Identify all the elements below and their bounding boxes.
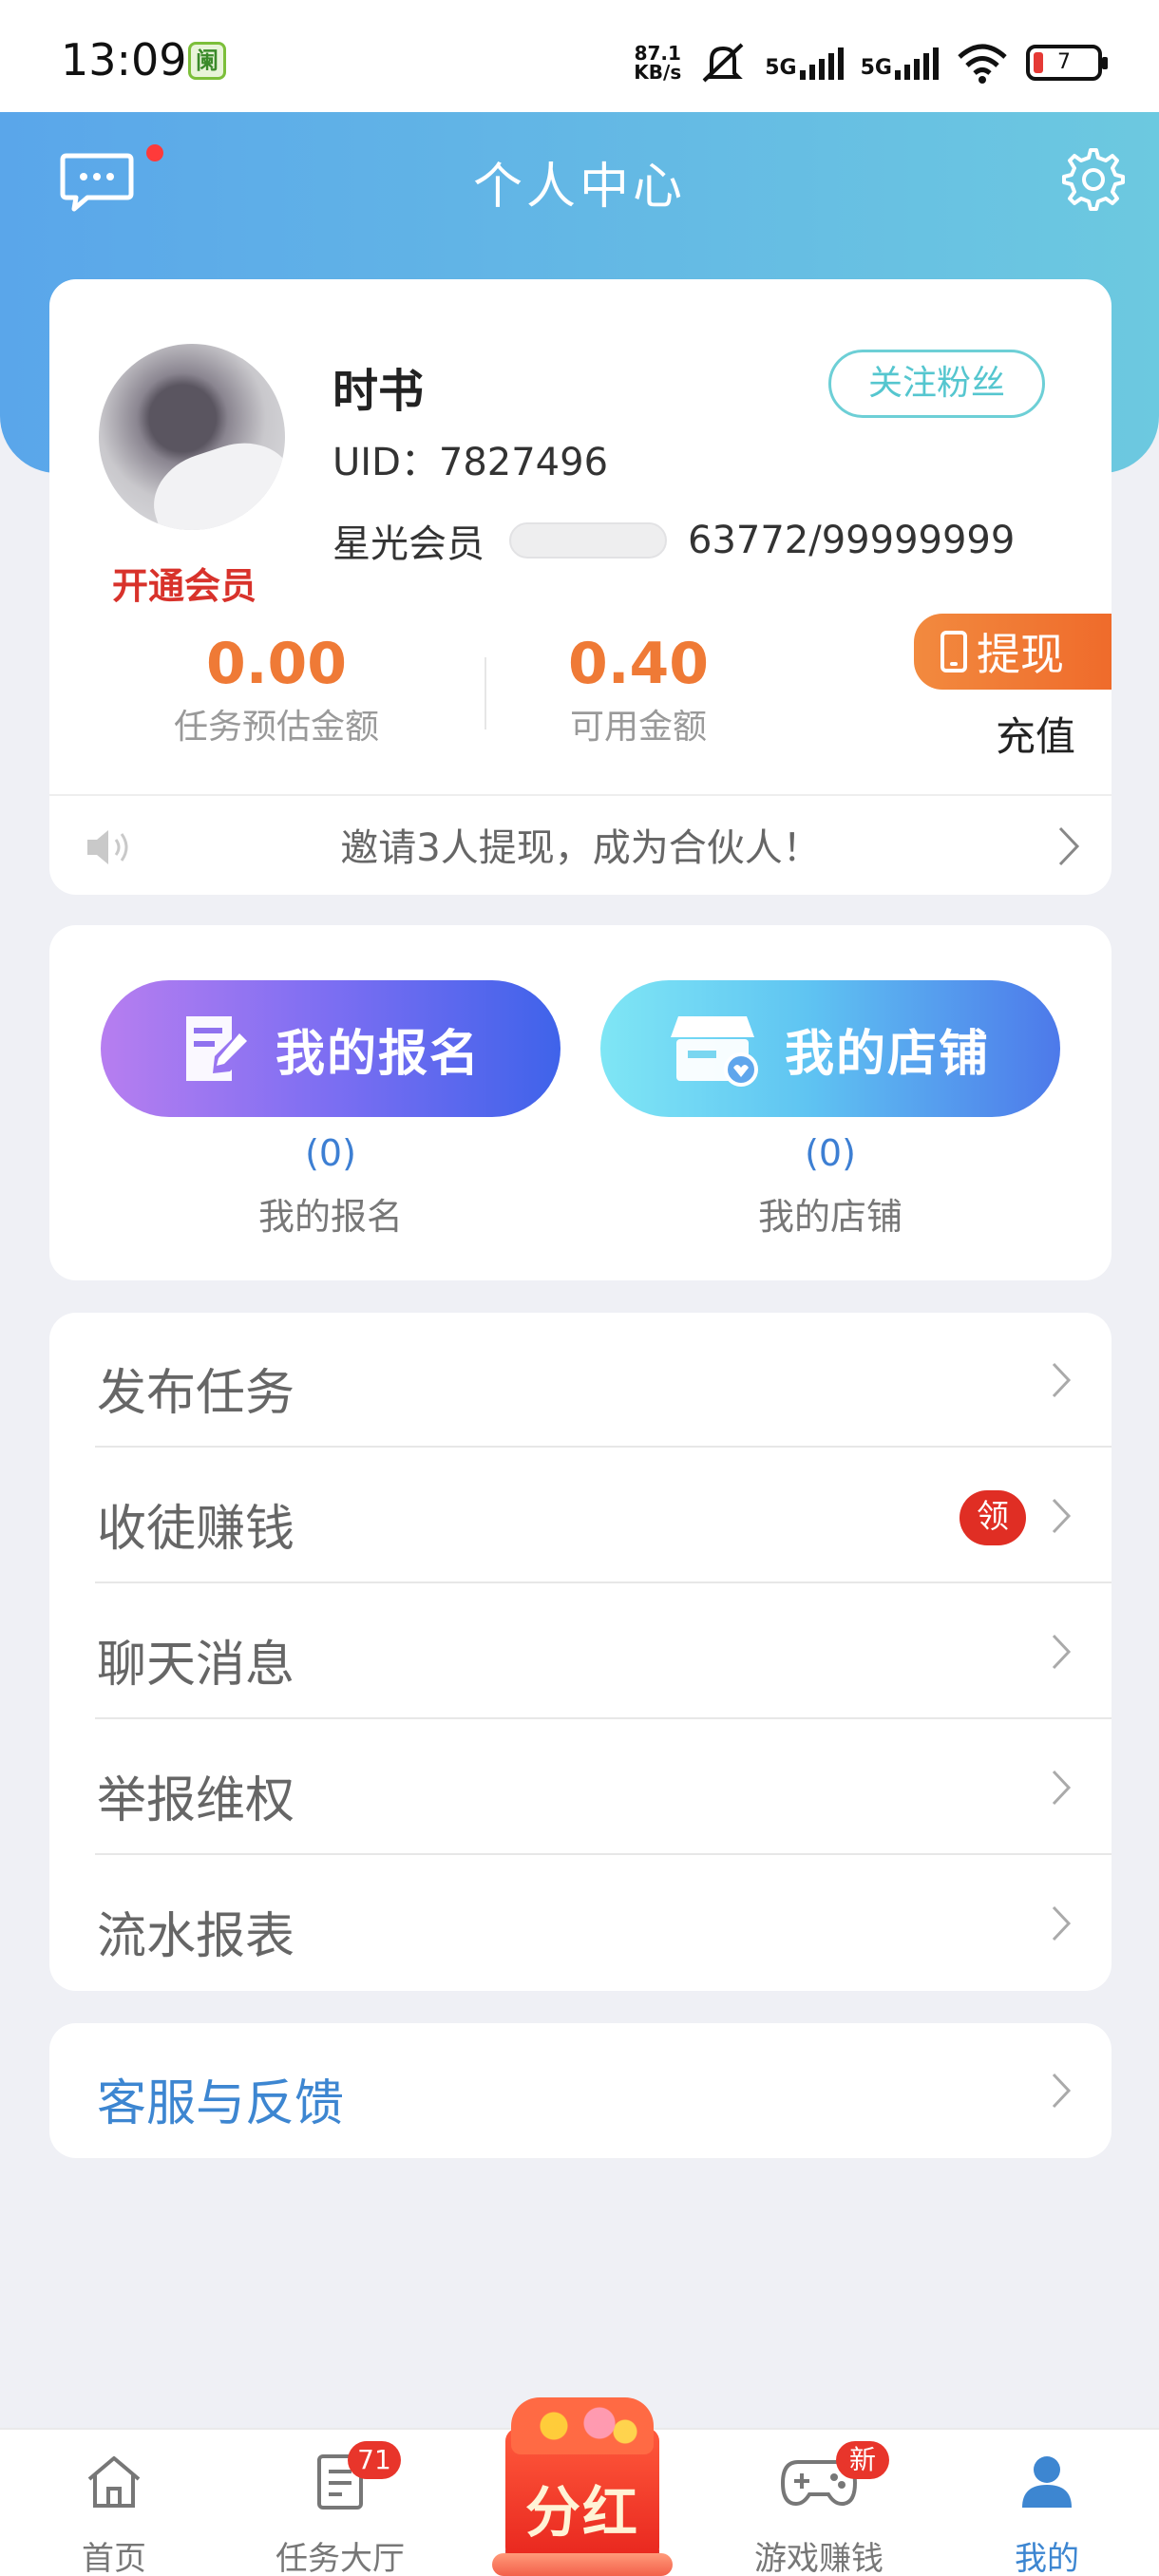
- menu-item-label: 流水报表: [97, 1908, 295, 1965]
- nav-mine-label: 我的: [1015, 2540, 1079, 2576]
- follow-fans-button[interactable]: 关注粉丝: [828, 350, 1045, 418]
- net-speed: 87.1 KB/s: [634, 44, 681, 82]
- signal-1-label: 5G: [765, 56, 797, 80]
- notice-text: 邀请3人提现，成为合伙人！: [340, 826, 821, 870]
- nav-task-hall[interactable]: 71 任务大厅: [245, 2430, 435, 2576]
- my-signup-button[interactable]: 我的报名: [101, 980, 560, 1117]
- member-level: 星光会员: [332, 522, 484, 566]
- available-value: 0.40: [567, 631, 710, 697]
- red-envelope-top: [511, 2397, 654, 2454]
- signal-2: 5G: [861, 46, 939, 80]
- nav-game-earn[interactable]: 新 游戏赚钱: [724, 2430, 914, 2576]
- shop-count: (0): [805, 1132, 856, 1174]
- phone-icon: [940, 631, 967, 672]
- task-estimate-value: 0.00: [205, 631, 348, 697]
- service-feedback-label: 客服与反馈: [97, 2075, 345, 2132]
- chevron-right-icon: [1052, 1905, 1072, 1941]
- nickname: 时书: [332, 365, 425, 418]
- menu-item-publish-task[interactable]: 发布任务: [49, 1313, 1112, 1448]
- signal-2-label: 5G: [860, 56, 892, 80]
- available-label: 可用金额: [569, 708, 707, 747]
- divider: [95, 1717, 1112, 1719]
- dividend-label: 分红: [524, 2480, 639, 2545]
- amount-divider: [484, 657, 486, 729]
- menu-item-recruit-earn[interactable]: 收徒赚钱 领: [49, 1449, 1112, 1583]
- menu-item-label: 举报维权: [97, 1772, 295, 1829]
- battery-icon: 7: [1026, 45, 1108, 81]
- nav-home-label: 首页: [82, 2540, 146, 2576]
- dividend-button[interactable]: 分红: [492, 2382, 673, 2576]
- game-new-badge: 新: [836, 2441, 889, 2479]
- status-bar: 13:09 阑 87.1 KB/s 5G 5G 7: [0, 0, 1159, 112]
- task-estimate-label: 任务预估金额: [173, 708, 379, 747]
- chevron-right-icon: [1052, 1770, 1072, 1806]
- my-shop-button-label: 我的店铺: [784, 1025, 990, 1083]
- member-progress: 63772/99999999: [688, 519, 1016, 562]
- page-title: 个人中心: [472, 159, 686, 216]
- open-vip-link[interactable]: 开通会员: [112, 557, 256, 609]
- withdraw-button[interactable]: 提现: [914, 614, 1112, 690]
- menu-item-label: 发布任务: [97, 1365, 295, 1422]
- edit-form-icon: [185, 1016, 247, 1081]
- net-speed-value: 87.1: [634, 42, 681, 65]
- profile-card: 开通会员 时书 关注粉丝 UID：7827496 星光会员 63772/9999…: [49, 279, 1112, 895]
- chevron-right-icon: [1052, 1498, 1072, 1534]
- menu-item-report[interactable]: 举报维权: [49, 1720, 1112, 1855]
- chevron-right-icon: [1052, 2073, 1072, 2109]
- claim-badge: 领: [960, 1490, 1026, 1545]
- dividend-base: [492, 2553, 673, 2576]
- uid-row: UID：7827496: [332, 431, 608, 486]
- signup-count: (0): [305, 1132, 356, 1174]
- chat-icon[interactable]: [59, 150, 135, 215]
- chevron-right-icon: [1052, 1634, 1072, 1670]
- nav-mine[interactable]: 我的: [952, 2430, 1142, 2576]
- uid-label: UID：: [332, 441, 439, 484]
- my-shop-button[interactable]: 我的店铺: [600, 980, 1060, 1117]
- menu-item-chat-messages[interactable]: 聊天消息: [49, 1584, 1112, 1719]
- divider: [95, 1853, 1112, 1855]
- home-icon: [87, 2456, 141, 2508]
- recharge-link[interactable]: 充值: [996, 705, 1075, 763]
- menu-item-statement[interactable]: 流水报表: [49, 1856, 1112, 1991]
- shop-label: 我的店铺: [757, 1196, 902, 1238]
- menu-item-label: 聊天消息: [97, 1637, 295, 1694]
- wifi-icon: [958, 44, 1007, 84]
- nav-game-earn-label: 游戏赚钱: [754, 2540, 884, 2576]
- status-indicators: 87.1 KB/s 5G 5G 7: [634, 34, 1108, 91]
- divider: [95, 1582, 1112, 1583]
- notice-bar[interactable]: 邀请3人提现，成为合伙人！: [49, 796, 1112, 895]
- menu-item-service-feedback[interactable]: 客服与反馈: [49, 2023, 1112, 2158]
- task-hall-badge: 71: [348, 2441, 401, 2479]
- signal-1: 5G: [765, 46, 844, 80]
- net-speed-unit: KB/s: [634, 61, 682, 84]
- task-estimate: 0.00 任务预估金额: [163, 631, 390, 748]
- signup-label: 我的报名: [257, 1196, 403, 1238]
- member-progress-bar: [509, 522, 667, 559]
- avatar[interactable]: [99, 344, 285, 530]
- shop-icon: [670, 1016, 758, 1087]
- gear-icon[interactable]: [1056, 144, 1125, 213]
- app-notification-icon: 阑: [188, 42, 226, 80]
- nav-home[interactable]: 首页: [19, 2430, 209, 2576]
- unread-dot: [146, 144, 163, 161]
- chevron-right-icon: [1052, 1362, 1072, 1398]
- nav-task-hall-label: 任务大厅: [276, 2540, 405, 2576]
- menu-list: 发布任务 收徒赚钱 领 聊天消息 举报维权 流水报表: [49, 1313, 1112, 1991]
- chevron-right-icon: [1058, 826, 1080, 866]
- signal-bars-icon: [895, 46, 939, 80]
- my-signup-button-label: 我的报名: [275, 1025, 481, 1083]
- signal-bars-icon: [799, 46, 844, 80]
- member-row: 星光会员 63772/99999999: [332, 513, 1015, 568]
- available-amount: 0.40 可用金额: [543, 631, 733, 748]
- my-section-card: 我的报名 我的店铺 (0) 我的报名 (0) 我的店铺: [49, 925, 1112, 1280]
- uid-value: 7827496: [438, 441, 609, 484]
- withdraw-label: 提现: [977, 629, 1064, 680]
- mute-bell-icon: [702, 43, 744, 83]
- status-time: 13:09: [61, 34, 187, 85]
- user-icon: [1022, 2456, 1072, 2508]
- menu-item-label: 收徒赚钱: [97, 1501, 295, 1558]
- divider: [95, 1446, 1112, 1448]
